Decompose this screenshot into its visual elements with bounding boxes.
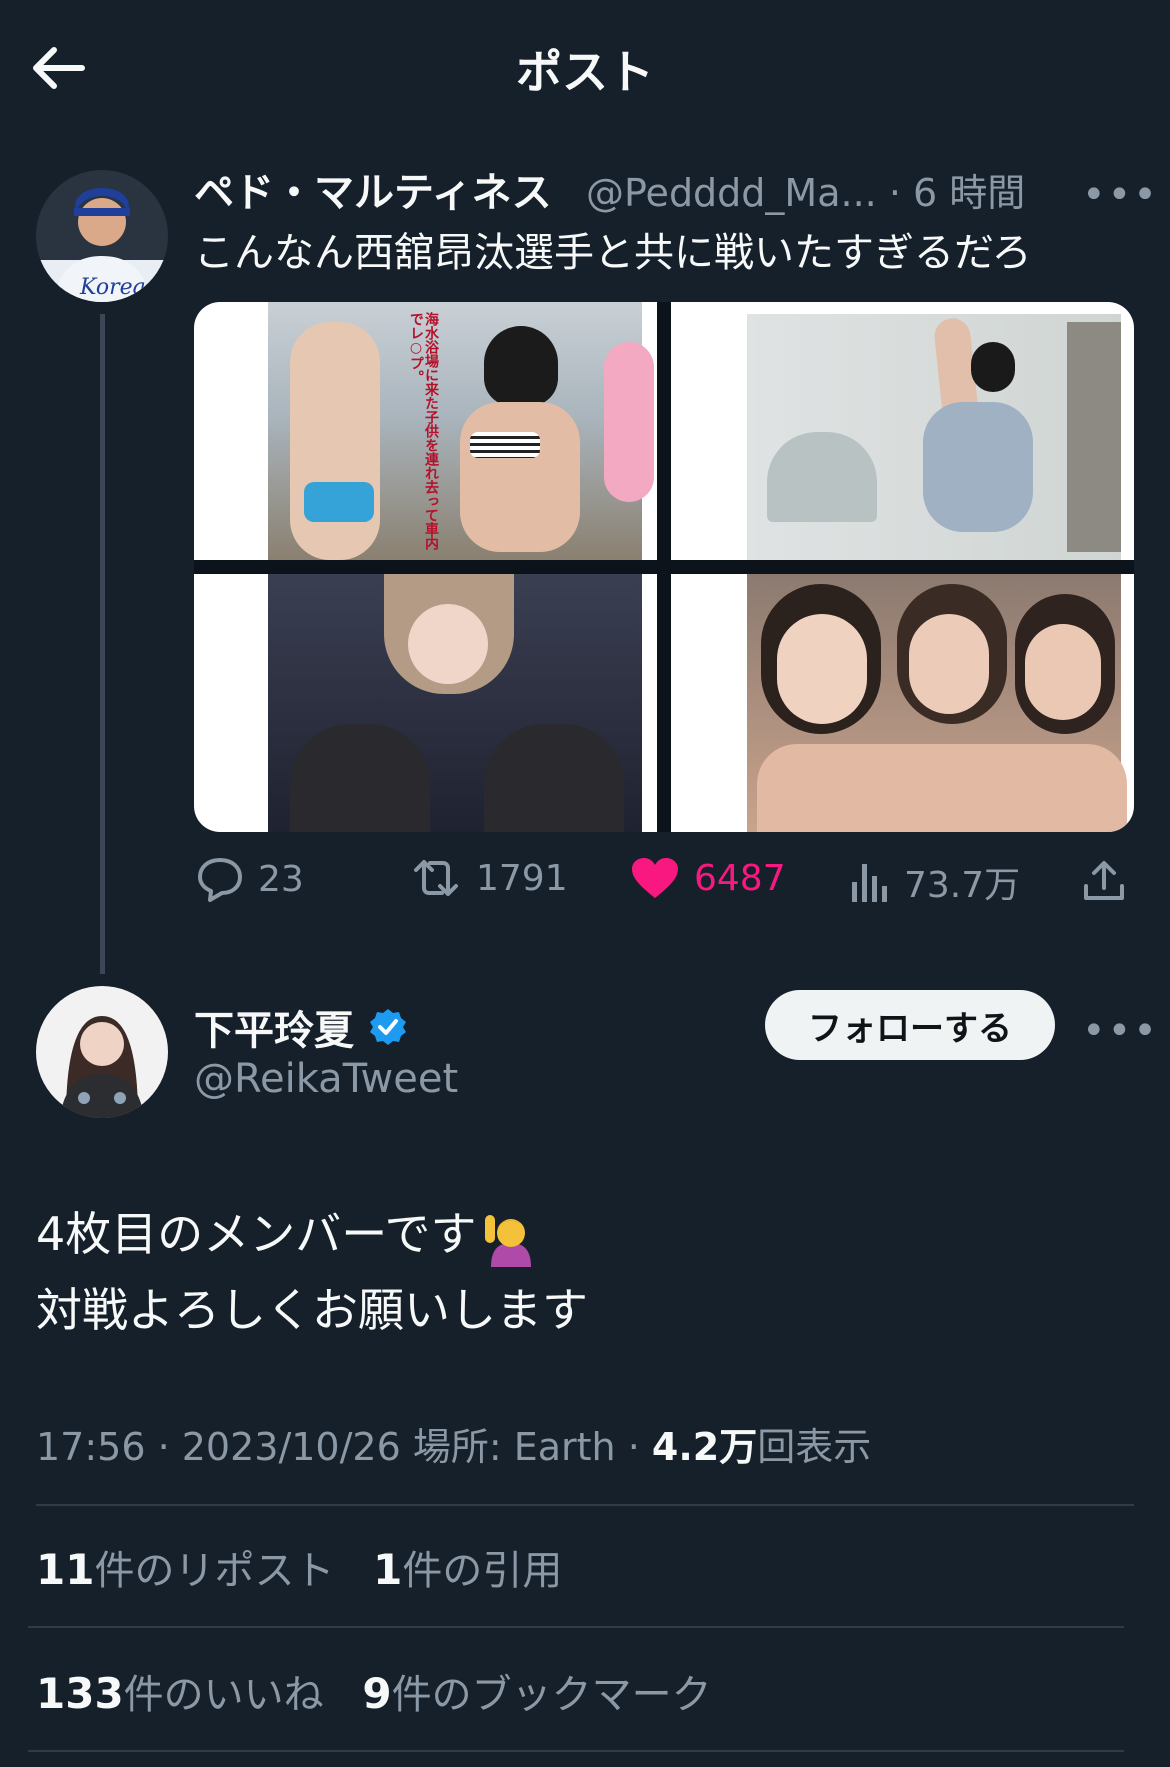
media-photo-4[interactable]	[671, 574, 1134, 832]
views-button[interactable]: 73.7万	[850, 856, 1020, 908]
reply-count: 23	[258, 858, 304, 900]
reply-icon	[198, 858, 242, 902]
photo-caption: 海水浴場に来た子供を連れ去って車内でレ○プ。	[408, 312, 439, 550]
divider	[36, 1504, 1134, 1506]
avatar-image: Korea	[36, 170, 168, 302]
main-handle[interactable]: @ReikaTweet	[194, 1056, 458, 1102]
main-display-name: 下平玲夏	[194, 1008, 354, 1054]
verified-badge-icon	[370, 1009, 406, 1045]
views-count: 73.7万	[904, 865, 1021, 906]
avatar-image	[36, 986, 168, 1118]
divider	[28, 1750, 1124, 1752]
page-title: ポスト	[516, 45, 654, 99]
main-tweet-text: 4枚目のメンバーです 対戦よろしくお願いします	[36, 1196, 588, 1348]
views-chart-icon	[852, 864, 887, 902]
parent-more-icon[interactable]: •••	[1082, 172, 1159, 218]
tweet-view-label: 回表示	[757, 1425, 872, 1469]
thread-line	[100, 314, 105, 974]
share-icon	[1084, 861, 1124, 900]
main-display-name-row[interactable]: 下平玲夏	[194, 998, 408, 1056]
main-avatar[interactable]	[36, 986, 168, 1118]
heart-filled-icon	[632, 858, 678, 898]
tweet-text-line-1: 4枚目のメンバーです	[36, 1207, 477, 1261]
tweet-view-count: 4.2万	[651, 1425, 758, 1469]
parent-tweet-text: こんなん西舘昂汰選手と共に戦いたすぎるだろ	[194, 230, 1032, 276]
tweet-text-line-2: 対戦よろしくお願いします	[36, 1283, 588, 1337]
tweet-timestamp[interactable]: 17:56 · 2023/10/26 場所: Earth ·	[36, 1425, 652, 1469]
repost-button[interactable]: 1791	[410, 856, 568, 900]
stats-row-likes: 133件のいいね 9件のブックマーク	[36, 1662, 712, 1720]
share-button[interactable]	[1082, 858, 1140, 904]
stats-row-reposts: 11件のリポスト 1件の引用	[36, 1538, 562, 1596]
repost-icon	[414, 860, 458, 896]
media-photo-3[interactable]	[194, 574, 657, 832]
main-more-icon[interactable]: •••	[1082, 1008, 1159, 1054]
parent-handle-time[interactable]: @Pedddd_Ma... · 6 時間	[586, 162, 1025, 217]
reply-button[interactable]: 23	[196, 856, 304, 902]
divider	[28, 1626, 1124, 1628]
parent-display-name[interactable]: ペド・マルティネス	[194, 160, 552, 218]
avatar-jersey-text: Korea	[79, 275, 146, 300]
media-grid: 海水浴場に来た子供を連れ去って車内でレ○プ。	[194, 302, 1134, 832]
tweet-meta: 17:56 · 2023/10/26 場所: Earth · 4.2万回表示	[36, 1416, 871, 1471]
like-button[interactable]: 6487	[630, 856, 786, 900]
like-count: 6487	[694, 857, 786, 899]
follow-button[interactable]: フォローする	[765, 990, 1055, 1060]
parent-avatar[interactable]: Korea	[36, 170, 168, 302]
person-raising-hand-emoji-icon	[484, 1214, 531, 1267]
bookmarks-stat[interactable]: 9件のブックマーク	[362, 1669, 711, 1718]
media-photo-2[interactable]	[671, 302, 1134, 560]
reposts-stat[interactable]: 11件のリポスト	[36, 1545, 334, 1594]
quotes-stat[interactable]: 1件の引用	[373, 1545, 562, 1594]
likes-stat[interactable]: 133件のいいね	[36, 1669, 324, 1718]
media-photo-1[interactable]: 海水浴場に来た子供を連れ去って車内でレ○プ。	[194, 302, 657, 560]
repost-count: 1791	[476, 857, 568, 899]
